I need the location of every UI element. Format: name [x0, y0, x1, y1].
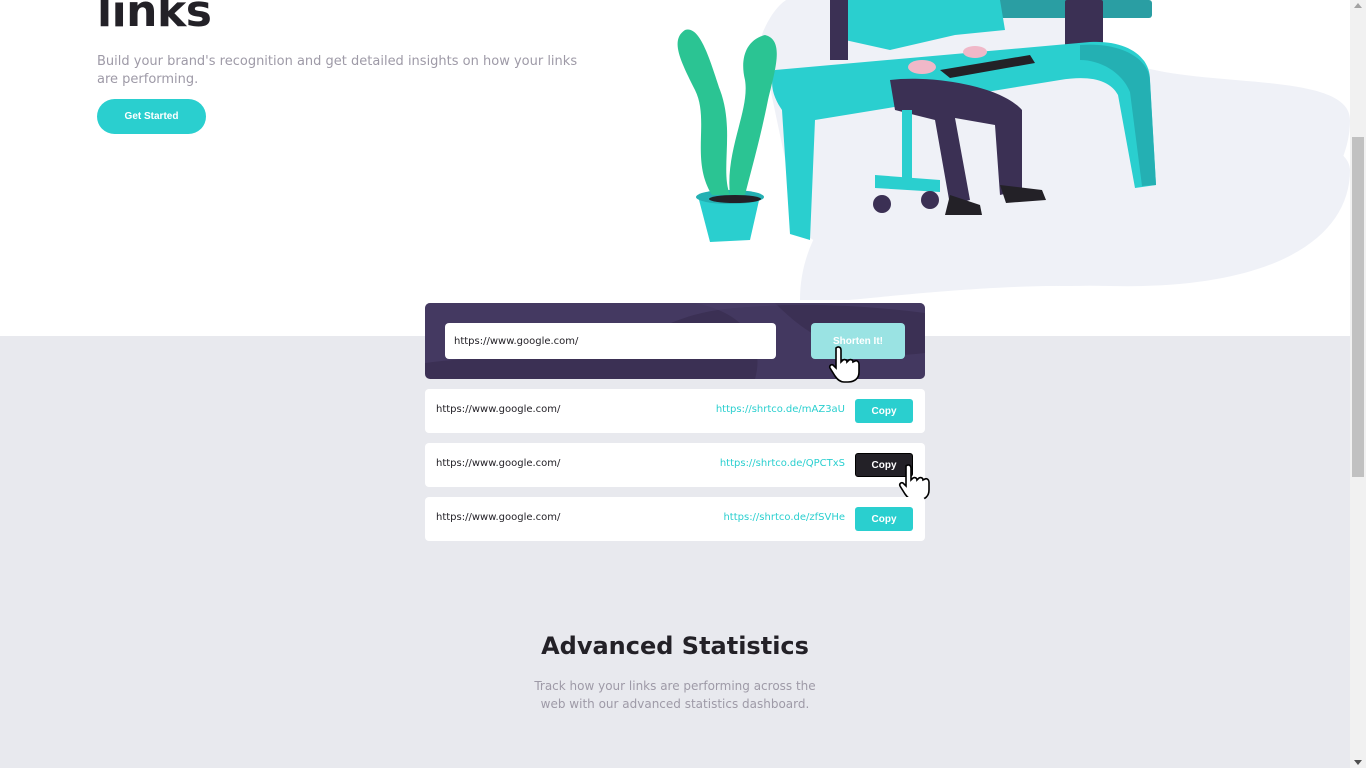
short-url-link[interactable]: https://shrtco.de/QPCTxS: [720, 458, 845, 469]
short-url-link[interactable]: https://shrtco.de/zfSVHe: [723, 512, 845, 523]
hero-illustration: [677, 0, 1350, 300]
scrollbar-thumb[interactable]: [1352, 137, 1364, 477]
original-url: https://www.google.com/: [436, 404, 561, 415]
result-row: https://www.google.com/ https://shrtco.d…: [425, 389, 925, 433]
result-row: https://www.google.com/ https://shrtco.d…: [425, 497, 925, 541]
hand-cursor-icon: [828, 346, 860, 383]
get-started-button[interactable]: Get Started: [97, 99, 206, 134]
stats-description: Track how your links are performing acro…: [534, 679, 816, 711]
original-url: https://www.google.com/: [436, 458, 561, 469]
hero-title-text: links: [97, 0, 212, 37]
copy-button[interactable]: Copy: [855, 399, 913, 423]
stats-title: Advanced Statistics: [541, 632, 809, 660]
hero-description: Build your brand's recognition and get d…: [97, 54, 578, 87]
copy-button[interactable]: Copy: [855, 507, 913, 531]
result-row: https://www.google.com/ https://shrtco.d…: [425, 443, 925, 487]
hero-section: links Build your brand's recognition and…: [0, 0, 1350, 336]
hand-cursor-icon: [898, 464, 930, 501]
scroll-up-arrow-icon[interactable]: [1354, 3, 1362, 8]
page-scrollbar[interactable]: [1350, 0, 1366, 768]
original-url: https://www.google.com/: [436, 512, 561, 523]
scroll-down-arrow-icon[interactable]: [1354, 760, 1362, 765]
url-input[interactable]: [445, 323, 776, 359]
hero-title: links: [97, 0, 212, 37]
short-url-link[interactable]: https://shrtco.de/mAZ3aU: [716, 404, 845, 415]
